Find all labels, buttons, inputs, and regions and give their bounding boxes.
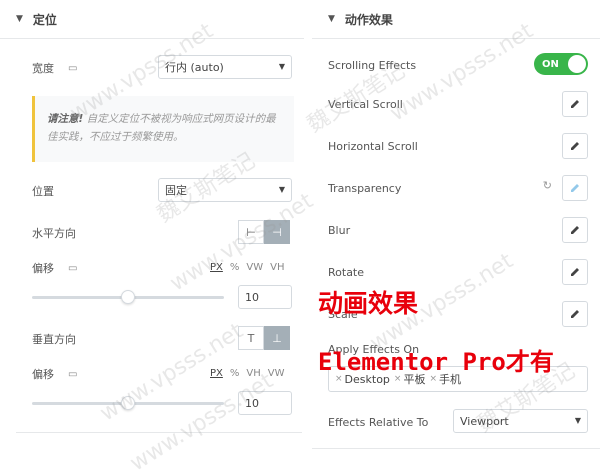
- v-offset-input[interactable]: 10: [238, 391, 292, 415]
- pencil-icon: [571, 184, 579, 192]
- vertical-label: 垂直方向: [32, 333, 76, 346]
- effect-label: Horizontal Scroll: [328, 139, 418, 153]
- edit-scale-button[interactable]: [562, 301, 588, 327]
- pencil-icon: [571, 100, 579, 108]
- relative-label: Effects Relative To: [328, 415, 429, 429]
- positioning-section-header[interactable]: ▼ 定位: [0, 0, 304, 39]
- h-offset-slider-handle[interactable]: [121, 290, 135, 304]
- overlay-subtitle: Elementor Pro才有: [318, 348, 554, 376]
- position-select-value: 固定: [165, 184, 187, 197]
- h-offset-input[interactable]: 10: [238, 285, 292, 309]
- unit-percent[interactable]: %: [230, 368, 240, 379]
- width-select[interactable]: 行内 (auto) ▼: [158, 55, 292, 79]
- effect-label: Blur: [328, 223, 351, 237]
- width-select-value: 行内 (auto): [165, 61, 224, 74]
- unit-vh[interactable]: VH: [246, 368, 260, 379]
- caret-down-icon: ▼: [16, 14, 23, 24]
- divider: [312, 448, 600, 449]
- horizontal-label: 水平方向: [32, 227, 76, 240]
- unit-vw[interactable]: VW: [246, 262, 263, 273]
- v-offset-slider-handle[interactable]: [121, 396, 135, 410]
- v-offset-value: 10: [245, 396, 259, 410]
- pencil-icon: [571, 310, 579, 318]
- pencil-icon: [571, 226, 579, 234]
- h-offset-label: 偏移 ▭: [32, 262, 78, 275]
- motion-effects-panel: ▼ 动作效果 Scrolling Effects ON Vertical Scr…: [312, 0, 600, 464]
- unit-vw[interactable]: VW: [268, 368, 285, 379]
- pencil-icon: [571, 142, 579, 150]
- horizontal-orientation: ⊢ ⊣: [238, 220, 290, 244]
- desktop-icon[interactable]: ▭: [68, 369, 77, 380]
- chevron-down-icon: ▼: [278, 185, 285, 194]
- relative-select-value: Viewport: [460, 414, 509, 428]
- overlay-title: 动画效果: [318, 289, 419, 318]
- scrolling-effects-toggle[interactable]: ON: [534, 53, 588, 75]
- vertical-orientation: T ⊥: [238, 326, 290, 350]
- desktop-icon[interactable]: ▭: [68, 63, 77, 74]
- unit-px[interactable]: PX: [210, 262, 223, 273]
- align-top-icon[interactable]: T: [238, 326, 264, 350]
- h-unit-switcher: PX% VW VH: [210, 262, 285, 273]
- v-unit-switcher: PX% VH VW: [210, 368, 285, 379]
- scrolling-effects-label: Scrolling Effects: [328, 58, 417, 72]
- section-title: 定位: [32, 12, 57, 27]
- align-right-icon[interactable]: ⊣: [264, 220, 290, 244]
- effect-row-vertical-scroll: Vertical Scroll: [328, 95, 588, 113]
- chevron-down-icon: ▼: [278, 62, 285, 71]
- effect-row-horizontal-scroll: Horizontal Scroll: [328, 137, 588, 155]
- desktop-icon[interactable]: ▭: [68, 263, 77, 274]
- caret-down-icon: ▼: [328, 14, 335, 24]
- edit-rotate-button[interactable]: [562, 259, 588, 285]
- edit-horizontal-scroll-button[interactable]: [562, 133, 588, 159]
- divider: [16, 432, 302, 433]
- effect-label: Rotate: [328, 265, 365, 279]
- toggle-knob: [568, 55, 586, 73]
- pencil-icon: [571, 268, 579, 276]
- unit-px[interactable]: PX: [210, 368, 223, 379]
- unit-vh[interactable]: VH: [270, 262, 284, 273]
- toggle-label: ON: [542, 58, 559, 70]
- position-label: 位置: [32, 185, 54, 198]
- edit-vertical-scroll-button[interactable]: [562, 91, 588, 117]
- reset-icon[interactable]: ↻: [543, 179, 552, 192]
- effect-label: Transparency: [328, 181, 402, 195]
- edit-transparency-button[interactable]: [562, 175, 588, 201]
- width-label: 宽度 ▭: [32, 62, 78, 75]
- unit-percent[interactable]: %: [230, 262, 240, 273]
- section-title: 动作效果: [344, 12, 393, 27]
- notice-box: 请注意! 自定义定位不被视为响应式网页设计的最佳实践，不应过于频繁使用。: [32, 96, 294, 162]
- effect-label: Vertical Scroll: [328, 97, 403, 111]
- edit-blur-button[interactable]: [562, 217, 588, 243]
- notice-bold: 请注意!: [47, 113, 84, 125]
- motion-effects-section-header[interactable]: ▼ 动作效果: [312, 0, 600, 39]
- align-bottom-icon[interactable]: ⊥: [264, 326, 290, 350]
- relative-select[interactable]: Viewport ▼: [453, 409, 588, 433]
- position-select[interactable]: 固定 ▼: [158, 178, 292, 202]
- effect-row-rotate: Rotate: [328, 263, 588, 281]
- align-left-icon[interactable]: ⊢: [238, 220, 264, 244]
- chevron-down-icon: ▼: [574, 416, 581, 425]
- positioning-panel: ▼ 定位 宽度 ▭ 行内 (auto) ▼ 请注意! 自定义定位不被视为响应式网页…: [0, 0, 304, 464]
- v-offset-label: 偏移 ▭: [32, 368, 78, 381]
- effect-row-blur: Blur: [328, 221, 588, 239]
- h-offset-value: 10: [245, 290, 259, 304]
